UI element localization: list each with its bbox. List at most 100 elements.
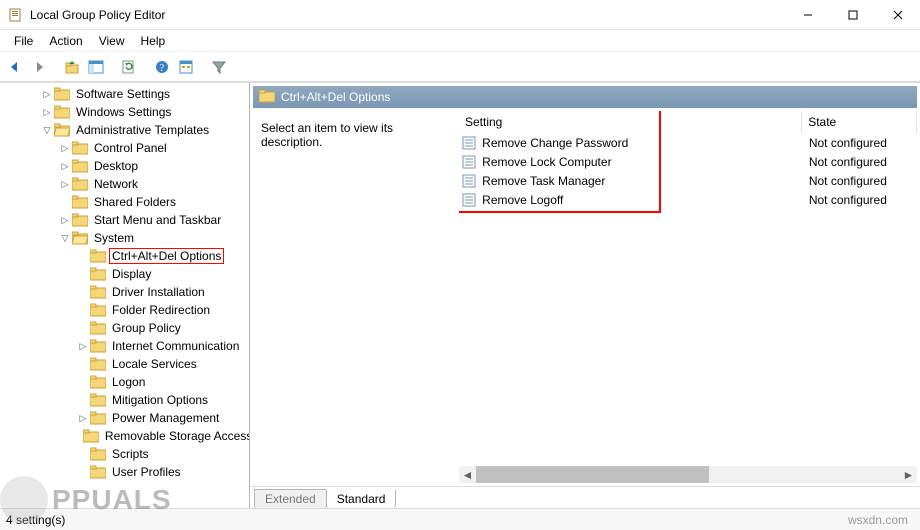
folder-icon [90,285,106,299]
folder-icon [72,159,88,173]
tree-item-software-settings[interactable]: ▷Software Settings [0,85,249,103]
separator-icon [55,57,56,77]
window-title: Local Group Policy Editor [30,8,165,22]
column-header-state[interactable]: State [802,111,917,133]
folder-icon [83,429,99,443]
maximize-button[interactable] [830,0,875,30]
up-button[interactable] [61,56,83,78]
tree-item-mitigation-options[interactable]: ▷Mitigation Options [0,391,249,409]
tree-scrollbar[interactable]: ▷Software Settings ▷Windows Settings ▽Ad… [0,83,249,508]
folder-open-icon [54,123,70,137]
description-column: Select an item to view its description. [253,111,459,483]
folder-icon [90,339,106,353]
tree-item-logon[interactable]: ▷Logon [0,373,249,391]
toolbar: ? [0,52,920,82]
description-prompt: Select an item to view its description. [261,121,393,149]
folder-icon [72,177,88,191]
content-header: Ctrl+Alt+Del Options [253,86,917,108]
tree-item-display[interactable]: ▷Display [0,265,249,283]
menu-help[interactable]: Help [133,32,174,50]
svg-text:?: ? [160,63,165,74]
tree-item-internet-comm[interactable]: ▷Internet Communication [0,337,249,355]
window-titlebar: Local Group Policy Editor [0,0,920,30]
folder-icon [90,267,106,281]
folder-icon [54,87,70,101]
folder-icon [90,447,106,461]
policy-setting-icon [461,173,476,189]
tab-extended[interactable]: Extended [254,489,327,508]
forward-button[interactable] [28,56,50,78]
menu-view[interactable]: View [91,32,133,50]
tab-standard[interactable]: Standard [326,489,397,508]
tab-strip: Extended Standard [250,486,920,508]
tree-item-desktop[interactable]: ▷Desktop [0,157,249,175]
setting-name: Remove Logoff [480,193,803,207]
folder-icon [90,303,106,317]
tree-item-system[interactable]: ▽System [0,229,249,247]
separator-icon [112,57,113,77]
close-button[interactable] [875,0,920,30]
status-count: 4 setting(s) [6,513,65,527]
content-pane: Ctrl+Alt+Del Options Select an item to v… [250,83,920,508]
list-item[interactable]: Remove Task ManagerNot configured [459,171,917,190]
setting-name: Remove Lock Computer [480,155,803,169]
policy-setting-icon [461,154,476,170]
separator-icon [202,57,203,77]
tree-item-shared-folders[interactable]: ▷Shared Folders [0,193,249,211]
column-header-setting[interactable]: Setting [459,111,802,133]
folder-icon [90,393,106,407]
setting-state: Not configured [803,193,917,207]
tree-pane: ▷Software Settings ▷Windows Settings ▽Ad… [0,83,250,508]
setting-state: Not configured [803,155,917,169]
tree-item-windows-settings[interactable]: ▷Windows Settings [0,103,249,121]
refresh-button[interactable] [118,56,140,78]
help-button[interactable]: ? [151,56,173,78]
tree-item-power-management[interactable]: ▷Power Management [0,409,249,427]
folder-icon [72,141,88,155]
back-button[interactable] [4,56,26,78]
setting-state: Not configured [803,174,917,188]
setting-name: Remove Change Password [480,136,803,150]
tree-item-scripts[interactable]: ▷Scripts [0,445,249,463]
tree-item-start-menu[interactable]: ▷Start Menu and Taskbar [0,211,249,229]
statusbar: 4 setting(s) wsxdn.com [0,508,920,530]
tree-item-network[interactable]: ▷Network [0,175,249,193]
policy-setting-icon [461,135,476,151]
tree-item-user-profiles[interactable]: ▷User Profiles [0,463,249,481]
folder-icon [72,195,88,209]
menu-file[interactable]: File [6,32,41,50]
folder-icon [90,411,106,425]
tree-item-admin-templates[interactable]: ▽Administrative Templates [0,121,249,139]
minimize-button[interactable] [785,0,830,30]
tree-item-control-panel[interactable]: ▷Control Panel [0,139,249,157]
folder-icon [90,249,106,263]
content-header-title: Ctrl+Alt+Del Options [281,90,390,104]
horizontal-scrollbar[interactable]: ◄ ► [459,466,917,483]
list-item[interactable]: Remove Lock ComputerNot configured [459,152,917,171]
properties-button[interactable] [175,56,197,78]
list-item[interactable]: Remove Change PasswordNot configured [459,133,917,152]
list-item[interactable]: Remove LogoffNot configured [459,190,917,209]
menubar: File Action View Help [0,30,920,52]
scroll-right-icon[interactable]: ► [900,466,917,483]
folder-icon [90,321,106,335]
scroll-left-icon[interactable]: ◄ [459,466,476,483]
setting-state: Not configured [803,136,917,150]
folder-icon [90,357,106,371]
folder-icon [90,375,106,389]
show-hide-tree-button[interactable] [85,56,107,78]
folder-icon [259,89,275,106]
mmc-app-icon [8,7,24,23]
folder-icon [72,213,88,227]
filter-button[interactable] [208,56,230,78]
tree-item-driver-installation[interactable]: ▷Driver Installation [0,283,249,301]
folder-open-icon [72,231,88,245]
menu-action[interactable]: Action [41,32,90,50]
tree-item-locale-services[interactable]: ▷Locale Services [0,355,249,373]
watermark-domain: wsxdn.com [848,513,920,527]
tree-item-ctrl-alt-del[interactable]: ▷Ctrl+Alt+Del Options [0,247,249,265]
tree-item-folder-redirection[interactable]: ▷Folder Redirection [0,301,249,319]
folder-icon [90,465,106,479]
tree-item-group-policy[interactable]: ▷Group Policy [0,319,249,337]
tree-item-removable-storage[interactable]: ▷Removable Storage Access [0,427,249,445]
